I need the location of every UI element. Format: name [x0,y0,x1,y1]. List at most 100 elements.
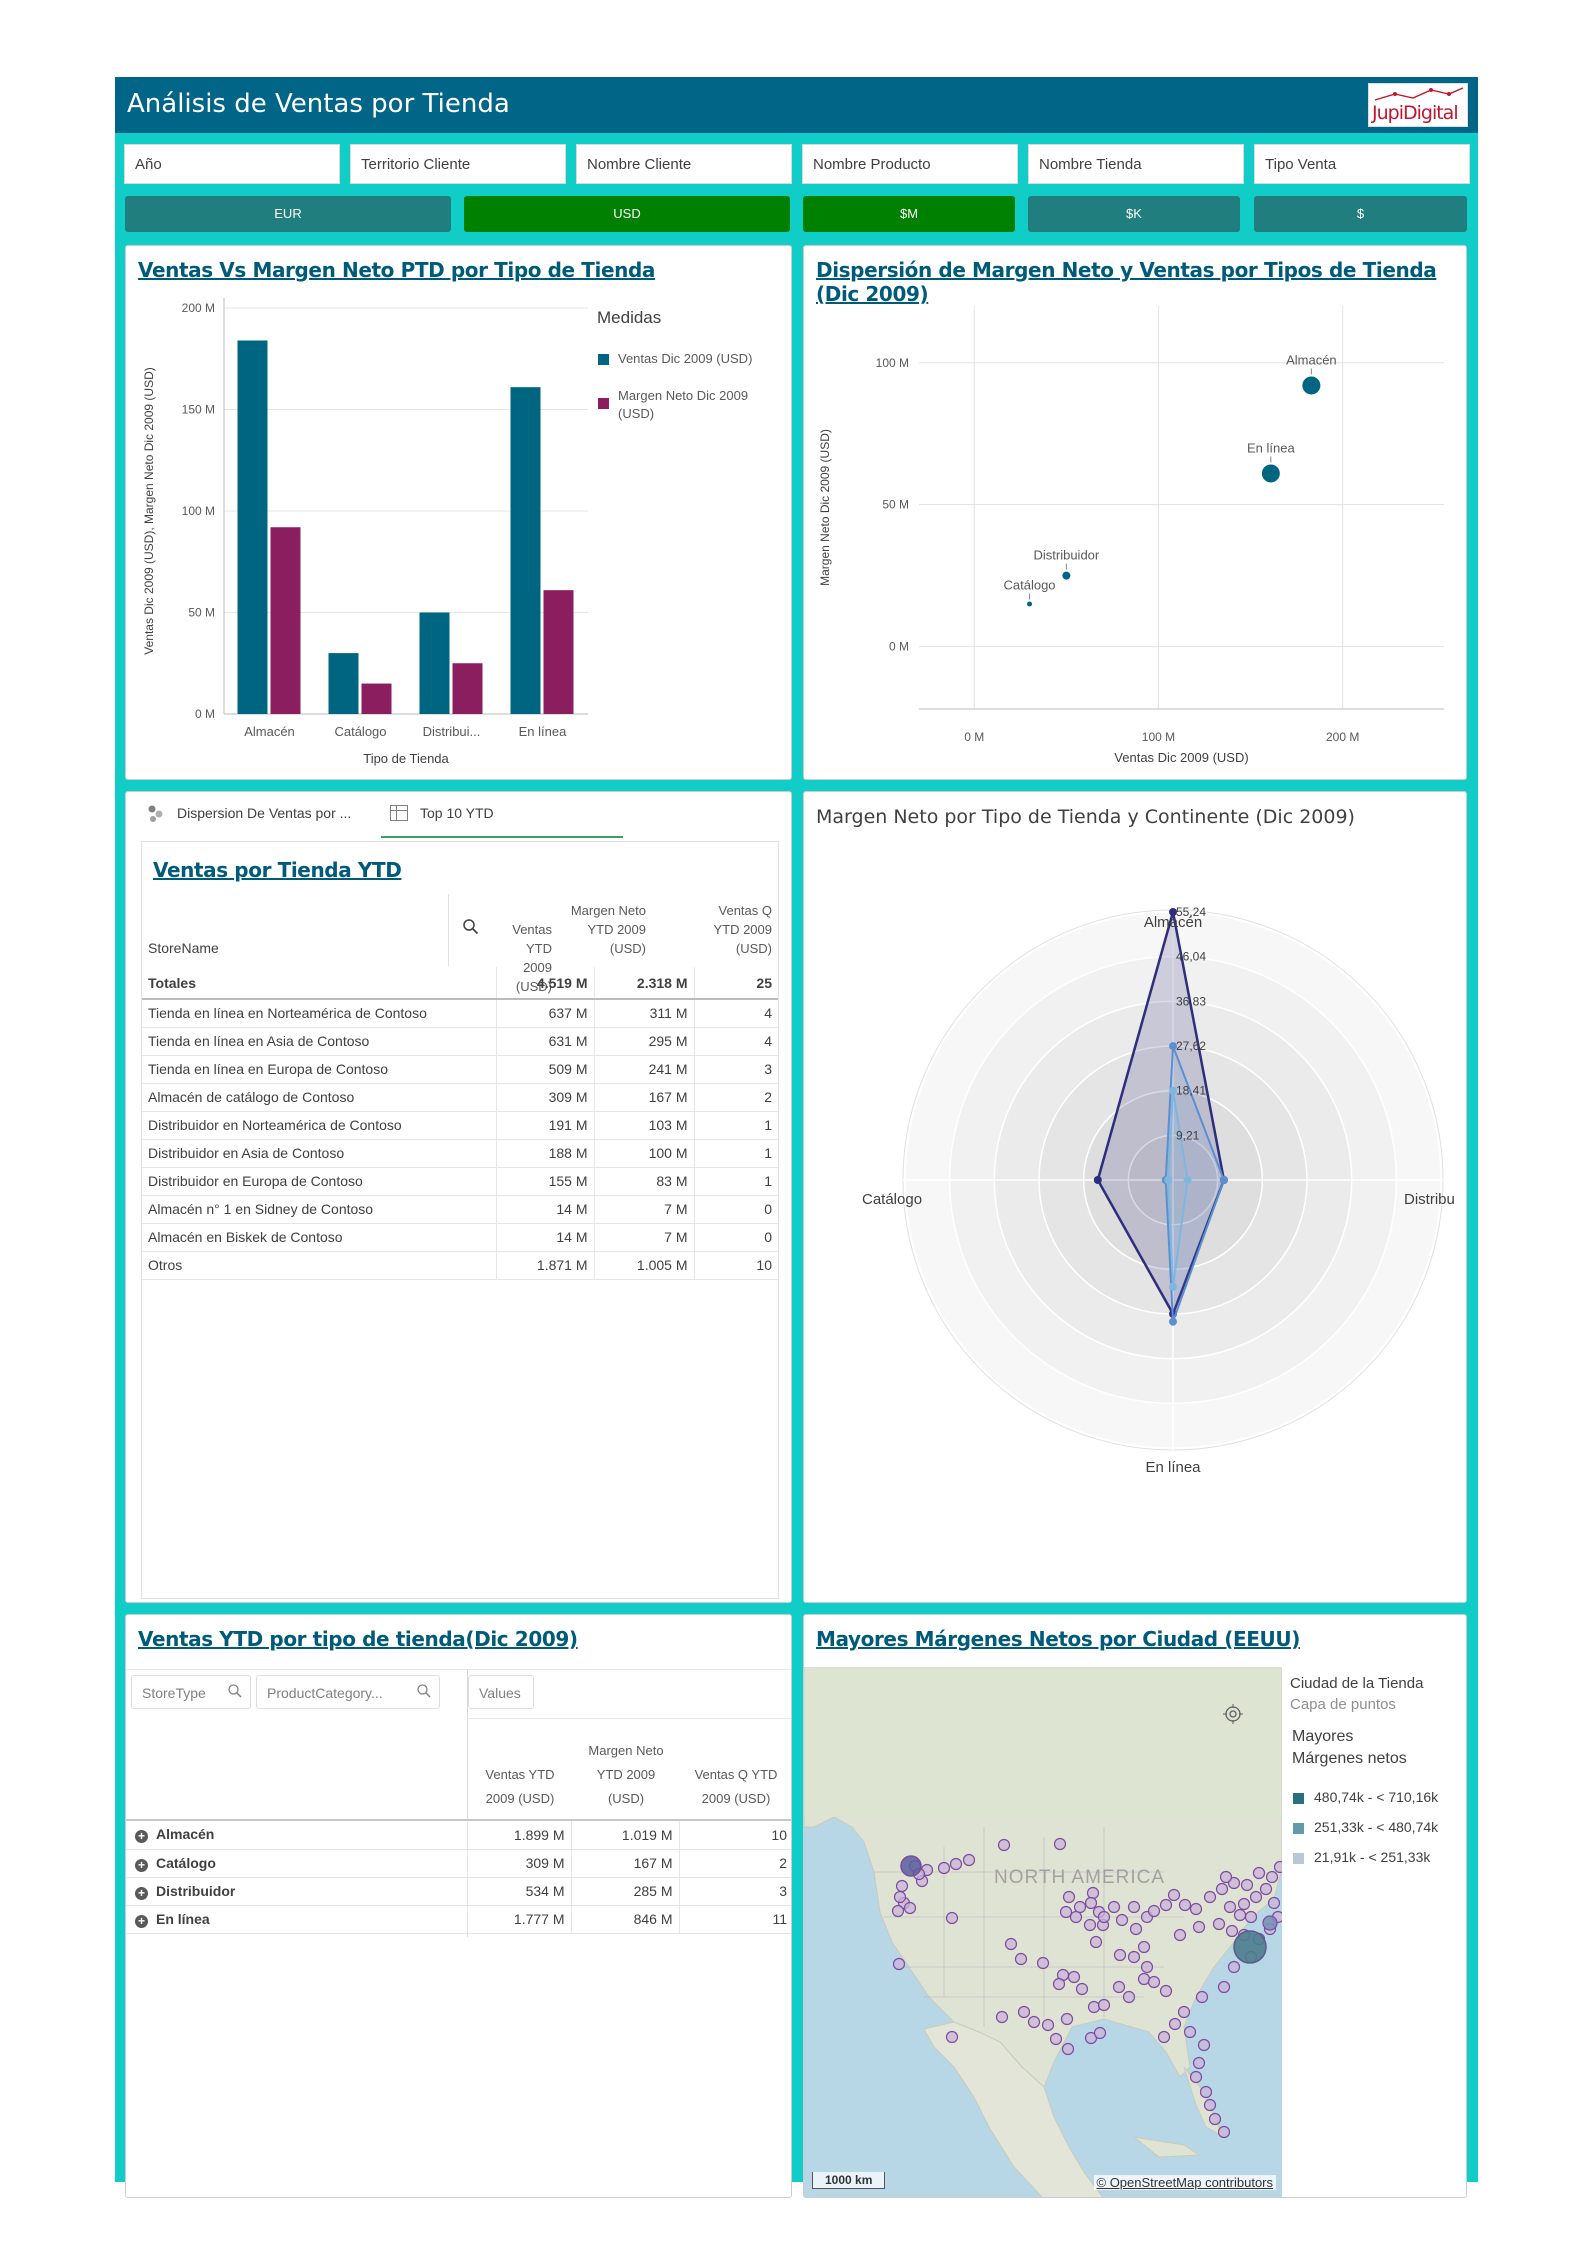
search-icon [417,1684,431,1701]
scatter-chart: 0 M 100 M 200 M 0 M 50 M 100 M Ventas Dic 2009… [818,306,1444,765]
city-point [1061,2042,1075,2056]
city-point [949,1857,963,1871]
filter-nombre-cliente[interactable]: Nombre Cliente [576,144,792,184]
pivot-row[interactable]: + Almacén 1.899 M 1.019 M 10 [126,1821,791,1850]
city-point [1073,1900,1087,1914]
pivot-col-margen[interactable]: Margen Neto YTD 2009 (USD) [572,1739,680,1811]
search-icon[interactable] [463,919,479,935]
col-header-storename[interactable]: StoreName [148,940,219,956]
table-row[interactable]: Otros 1.871 M 1.005 M 10 [142,1251,778,1280]
city-point [1267,1896,1281,1910]
map-legend-label[interactable]: 21,91k - < 251,33k [1314,1849,1430,1865]
map-legend-label[interactable]: 480,74k - < 710,16k [1314,1789,1438,1805]
city-point [1212,1917,1226,1931]
pivot-row[interactable]: + Catálogo 309 M 167 M2 [126,1849,791,1878]
pivot-row-label[interactable]: + Almacén [126,1821,467,1850]
search-icon [228,1684,242,1701]
currency-button-eur[interactable]: EUR [125,196,451,232]
table-row[interactable]: Tienda en línea en Norteamérica de Conto… [142,999,778,1028]
table-row[interactable]: Almacén de catálogo de Contoso 309 M 167 M… [142,1083,778,1112]
col-header-margen[interactable]: Margen Neto YTD 2009 (USD) [556,901,646,958]
table-row[interactable]: Tienda en línea en Asia de Contoso 631 M2… [142,1027,778,1056]
pivot-divider [126,1669,791,1670]
expand-plus-icon[interactable]: + [135,1914,148,1928]
expand-plus-icon[interactable]: + [135,1886,148,1900]
city-point [1112,1980,1126,1994]
radar-point [1169,1282,1177,1291]
pivot-col-margen-line1: Margen Neto [588,1743,664,1758]
table-row[interactable]: Distribuidor en Norteamérica de Contoso 1… [142,1111,778,1140]
filter-nombre-tienda[interactable]: Nombre Tienda [1028,144,1244,184]
map-legend-measure-2: Márgenes netos [1292,1750,1407,1767]
table-row[interactable]: Almacén n° 1 en Sidney de Contoso 14 M7 M… [142,1195,778,1224]
pivot-col-ventas[interactable]: Ventas YTD 2009 (USD) [468,1763,572,1811]
cell-ventas-q: 4 [693,999,778,1028]
cell-ventas: 4.519 M [495,967,594,1000]
city-point [1192,2056,1206,2070]
map-title[interactable]: Mayores Márgenes Netos por Ciudad (EEUU) [816,1627,1300,1651]
city-point [1189,2070,1203,2084]
map-legend-label[interactable]: 251,33k - < 480,74k [1314,1819,1438,1835]
city-point [1052,1977,1066,1991]
dimension-chip-productcategory[interactable]: ProductCategory... [256,1675,440,1709]
city-point [1140,1960,1154,1974]
city-point [962,1853,976,1867]
pivot-row-label[interactable]: + Catálogo [126,1849,467,1878]
filter-tipo-venta[interactable]: Tipo Venta [1254,144,1470,184]
map-attribution[interactable]: © OpenStreetMap contributors [1093,2175,1276,2190]
unit-button-millions[interactable]: $M [803,196,1015,232]
col-header-ventas-q[interactable]: Ventas Q YTD 2009 (USD) [650,901,772,958]
table-row[interactable]: Almacén en Biskek de Contoso 14 M7 M0 [142,1223,778,1252]
cell-ventas-q: 25 [693,967,778,1000]
city-point [1137,1940,1151,1954]
map-canvas[interactable]: NORTH AMERICA 1000 km © OpenStreetMap co… [804,1667,1282,2197]
dimension-chip-storetype[interactable]: StoreType [131,1675,251,1709]
city-point [1208,2112,1222,2126]
y-axis-title: Ventas Dic 2009 (USD), Margen Neto Dic 2… [142,367,156,654]
cell-margen: 311 M [593,999,694,1028]
locate-icon[interactable] [1222,1703,1244,1725]
company-logo: JupiDigital [1368,83,1468,127]
legend-label-ventas[interactable]: Ventas Dic 2009 (USD) [618,351,752,366]
pivot-row[interactable]: + Distribuidor 534 M 285 M3 [126,1877,791,1906]
city-point [1265,1870,1279,1884]
currency-button-usd[interactable]: USD [464,196,790,232]
expand-plus-icon[interactable]: + [135,1830,148,1844]
legend-swatch-margen [598,398,609,409]
filter-nombre-producto[interactable]: Nombre Producto [802,144,1018,184]
pivot-cell-ventas-q: 2 [678,1849,791,1878]
radar-point [1093,1176,1102,1184]
city-point [1089,1935,1103,1949]
cell-ventas: 14 M [495,1195,594,1224]
table-row[interactable]: Distribuidor en Europa de Contoso 155 M 83… [142,1167,778,1196]
pivot-row-label[interactable]: + En línea [126,1905,467,1934]
pivot-row-label[interactable]: + Distribuidor [126,1877,467,1906]
expand-plus-icon[interactable]: + [135,1858,148,1872]
pivot-cell-ventas: 534 M [466,1877,571,1906]
legend-label-margen-unit: (USD) [618,406,655,421]
unit-button-thousands[interactable]: $K [1028,196,1240,232]
values-chip[interactable]: Values [468,1675,534,1709]
scatter-point [1062,571,1071,580]
table-row[interactable]: Tienda en línea en Europa de Contoso 509 … [142,1055,778,1084]
tab-dispersion[interactable]: Dispersion De Ventas por ... [177,805,351,821]
table-title[interactable]: Ventas por Tienda YTD [153,858,402,882]
city-point [1157,2030,1171,2044]
filter-ano[interactable]: Año [124,144,340,184]
tab-top10[interactable]: Top 10 YTD [420,805,494,821]
filter-territorio-cliente[interactable]: Territorio Cliente [350,144,566,184]
cell-storename: Tienda en línea en Norteamérica de Conto… [142,999,496,1028]
unit-button-units[interactable]: $ [1254,196,1467,232]
radar-axis-label: En línea [1145,1459,1201,1476]
city-point [891,1904,905,1918]
y-tick-label: 0 M [195,707,215,721]
table-row[interactable]: Distribuidor en Asia de Contoso 188 M 100 … [142,1139,778,1168]
totals-row[interactable]: Totales 4.519 M 2.318 M 25 [142,967,778,1000]
pivot-row[interactable]: + En línea 1.777 M 846 M 11 [126,1905,791,1934]
cell-storename: Otros [142,1251,496,1280]
cell-margen: 295 M [593,1027,694,1056]
legend-label-margen[interactable]: Margen Neto Dic 2009 [618,388,748,403]
pivot-col-ventas-q[interactable]: Ventas Q YTD 2009 (USD) [680,1763,791,1811]
city-point [1113,1948,1127,1962]
pivot-title[interactable]: Ventas YTD por tipo de tienda(Dic 2009) [138,1627,578,1651]
